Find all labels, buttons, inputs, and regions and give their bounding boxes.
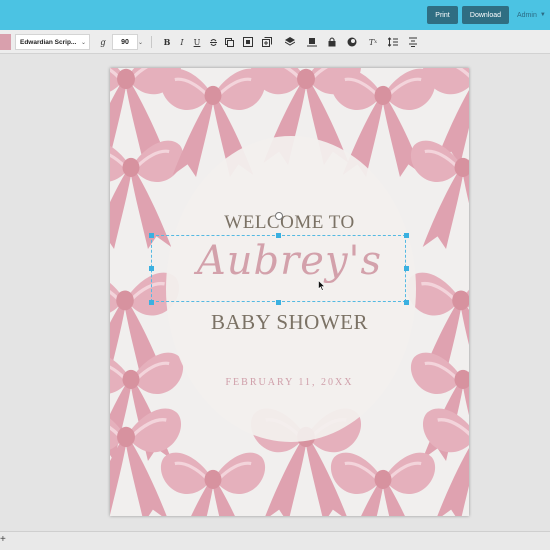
print-button[interactable]: Print: [427, 6, 458, 24]
event-text[interactable]: BABY SHOWER: [110, 310, 469, 335]
add-page-button[interactable]: +: [0, 534, 6, 545]
chevron-down-icon: ▼: [539, 12, 546, 18]
arrange-icon[interactable]: [283, 34, 297, 50]
clear-format-icon[interactable]: Tx: [366, 34, 380, 50]
line-spacing-icon[interactable]: [386, 34, 400, 50]
duplicate-icon[interactable]: [222, 34, 236, 50]
admin-menu[interactable]: Admin ▼: [517, 6, 546, 24]
welcome-text[interactable]: WELCOME TO: [110, 212, 469, 234]
resize-handle[interactable]: [276, 300, 281, 305]
resize-handle[interactable]: [149, 300, 154, 305]
font-family-value: Edwardian Scrip...: [20, 38, 77, 46]
bottom-bar: +: [0, 531, 550, 550]
align-icon[interactable]: [406, 34, 420, 50]
resize-handle[interactable]: [149, 233, 154, 238]
resize-handle[interactable]: [276, 233, 281, 238]
color-swatch[interactable]: [0, 34, 11, 50]
download-button[interactable]: Download: [462, 6, 509, 24]
resize-handle[interactable]: [404, 300, 409, 305]
align-bottom-icon[interactable]: [305, 34, 319, 50]
duplicate-layer-icon[interactable]: [260, 34, 274, 50]
underline-icon[interactable]: U: [190, 34, 204, 50]
italic-icon[interactable]: I: [175, 34, 189, 50]
strikethrough-icon[interactable]: [206, 34, 220, 50]
layers-icon[interactable]: [241, 34, 255, 50]
resize-handle[interactable]: [404, 266, 409, 271]
bold-icon[interactable]: B: [160, 34, 174, 50]
color-fill-icon[interactable]: [345, 34, 359, 50]
rotate-handle[interactable]: [275, 212, 283, 220]
bow-decoration: [160, 448, 266, 516]
text-style-icon[interactable]: ց: [96, 34, 110, 50]
chevron-down-icon[interactable]: ⌄: [138, 34, 146, 50]
toolbar-divider: [151, 36, 152, 48]
mouse-cursor-icon: [318, 280, 326, 291]
text-toolbar: Edwardian Scrip... ⌄ ց 90 ⌄ B I U Tx: [0, 30, 550, 54]
lock-icon[interactable]: [325, 34, 339, 50]
resize-handle[interactable]: [404, 233, 409, 238]
admin-label: Admin: [517, 11, 537, 19]
bow-decoration: [330, 448, 436, 516]
selection-box[interactable]: [151, 235, 406, 302]
resize-handle[interactable]: [149, 266, 154, 271]
font-size-input[interactable]: 90: [112, 34, 138, 50]
chevron-down-icon: ⌄: [80, 39, 86, 46]
document-page[interactable]: WELCOME TO Aubrey's BABY SHOWER FEBRUARY…: [110, 68, 469, 516]
font-family-select[interactable]: Edwardian Scrip... ⌄: [15, 34, 90, 50]
bow-decoration: [410, 136, 469, 254]
date-text[interactable]: FEBRUARY 11, 20XX: [110, 377, 469, 388]
top-bar: Print Download Admin ▼: [0, 0, 550, 30]
font-size-value: 90: [121, 38, 129, 46]
